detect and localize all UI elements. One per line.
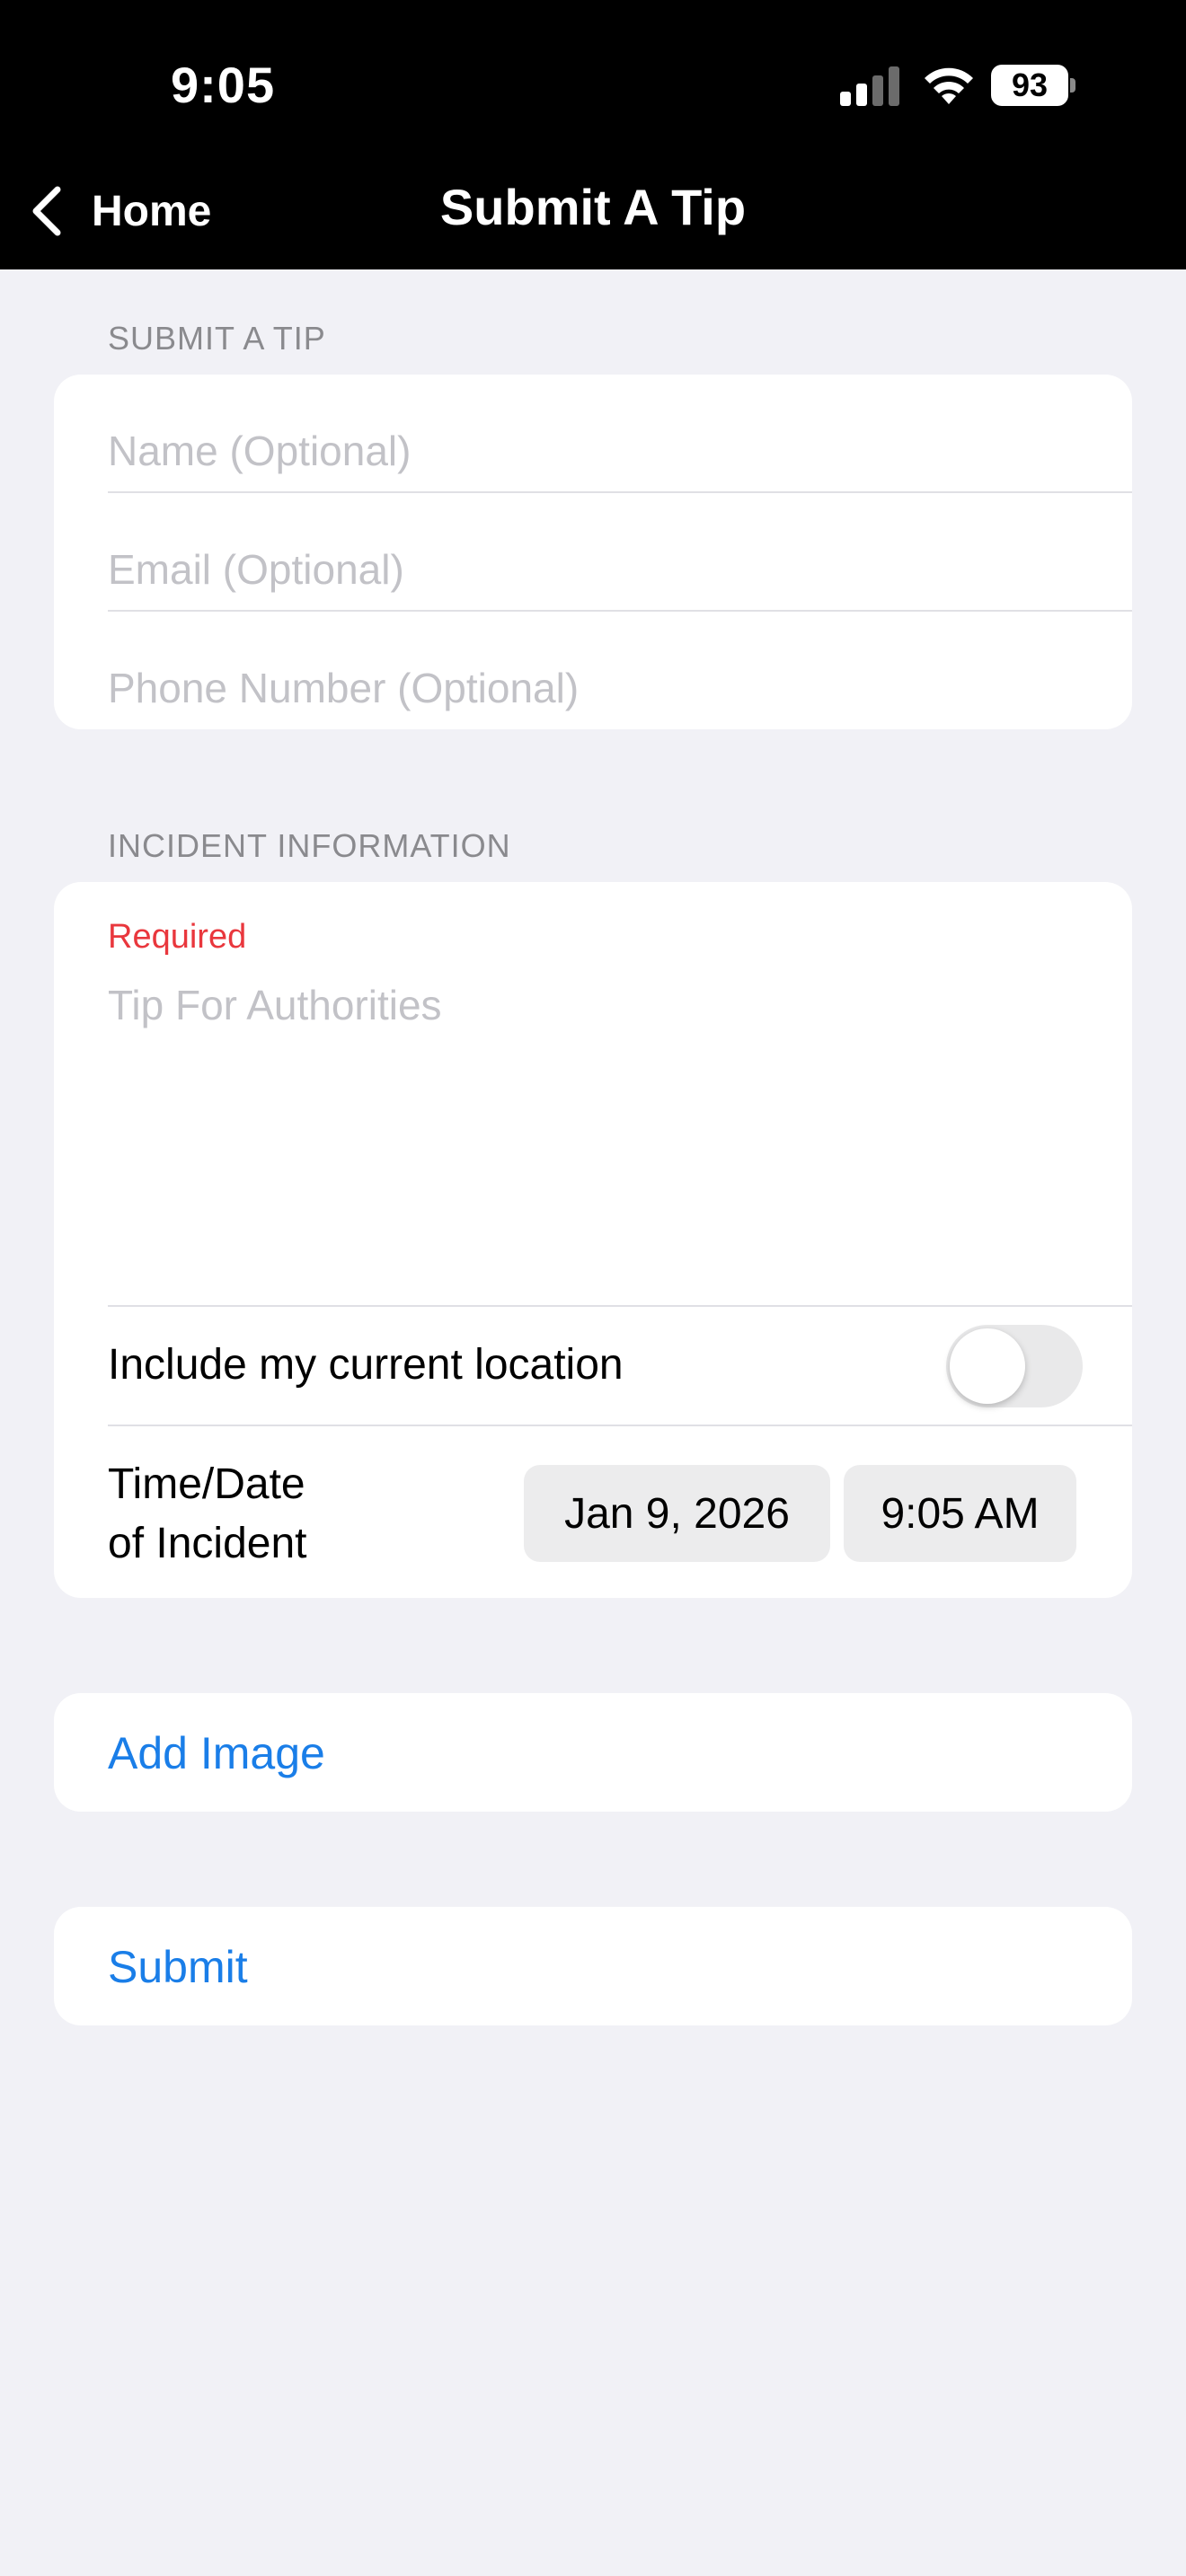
datetime-label: Time/Date of Incident <box>108 1455 306 1574</box>
contact-card <box>54 375 1132 729</box>
battery-icon: 93 <box>991 65 1075 106</box>
tip-textarea[interactable] <box>108 981 1087 1277</box>
add-image-card: Add Image <box>54 1693 1132 1812</box>
time-picker-button[interactable]: 9:05 AM <box>844 1465 1076 1562</box>
toggle-knob <box>950 1328 1025 1404</box>
screen: 9:05 93 Home Submit A Tip SUBMIT A TIP N… <box>0 0 1186 2576</box>
divider <box>108 1305 1132 1307</box>
email-field[interactable] <box>108 529 1078 610</box>
contact-section-header: SUBMIT A TIP <box>108 320 326 357</box>
add-image-button[interactable]: Add Image <box>108 1727 325 1779</box>
status-time: 9:05 <box>171 57 276 113</box>
top-bar: 9:05 93 Home Submit A Tip <box>0 0 1186 269</box>
location-label: Include my current location <box>108 1341 624 1389</box>
divider <box>108 1425 1132 1426</box>
battery-percentage: 93 <box>1011 66 1049 103</box>
divider <box>108 491 1132 493</box>
location-toggle[interactable] <box>946 1325 1083 1407</box>
submit-button[interactable]: Submit <box>108 1941 248 1993</box>
datetime-label-line2: of Incident <box>108 1520 307 1567</box>
cellular-signal-icon <box>840 66 899 106</box>
datetime-label-line1: Time/Date <box>108 1460 305 1508</box>
incident-card: Required Include my current location Tim… <box>54 882 1132 1598</box>
wifi-icon <box>925 67 973 104</box>
submit-card: Submit <box>54 1907 1132 2025</box>
divider <box>108 610 1132 612</box>
date-picker-button[interactable]: Jan 9, 2026 <box>524 1465 830 1562</box>
page-title: Submit A Tip <box>439 179 747 235</box>
phone-field[interactable] <box>108 648 1078 728</box>
incident-section-header: INCIDENT INFORMATION <box>108 827 511 864</box>
required-label: Required <box>108 918 247 956</box>
name-field[interactable] <box>108 410 1078 491</box>
